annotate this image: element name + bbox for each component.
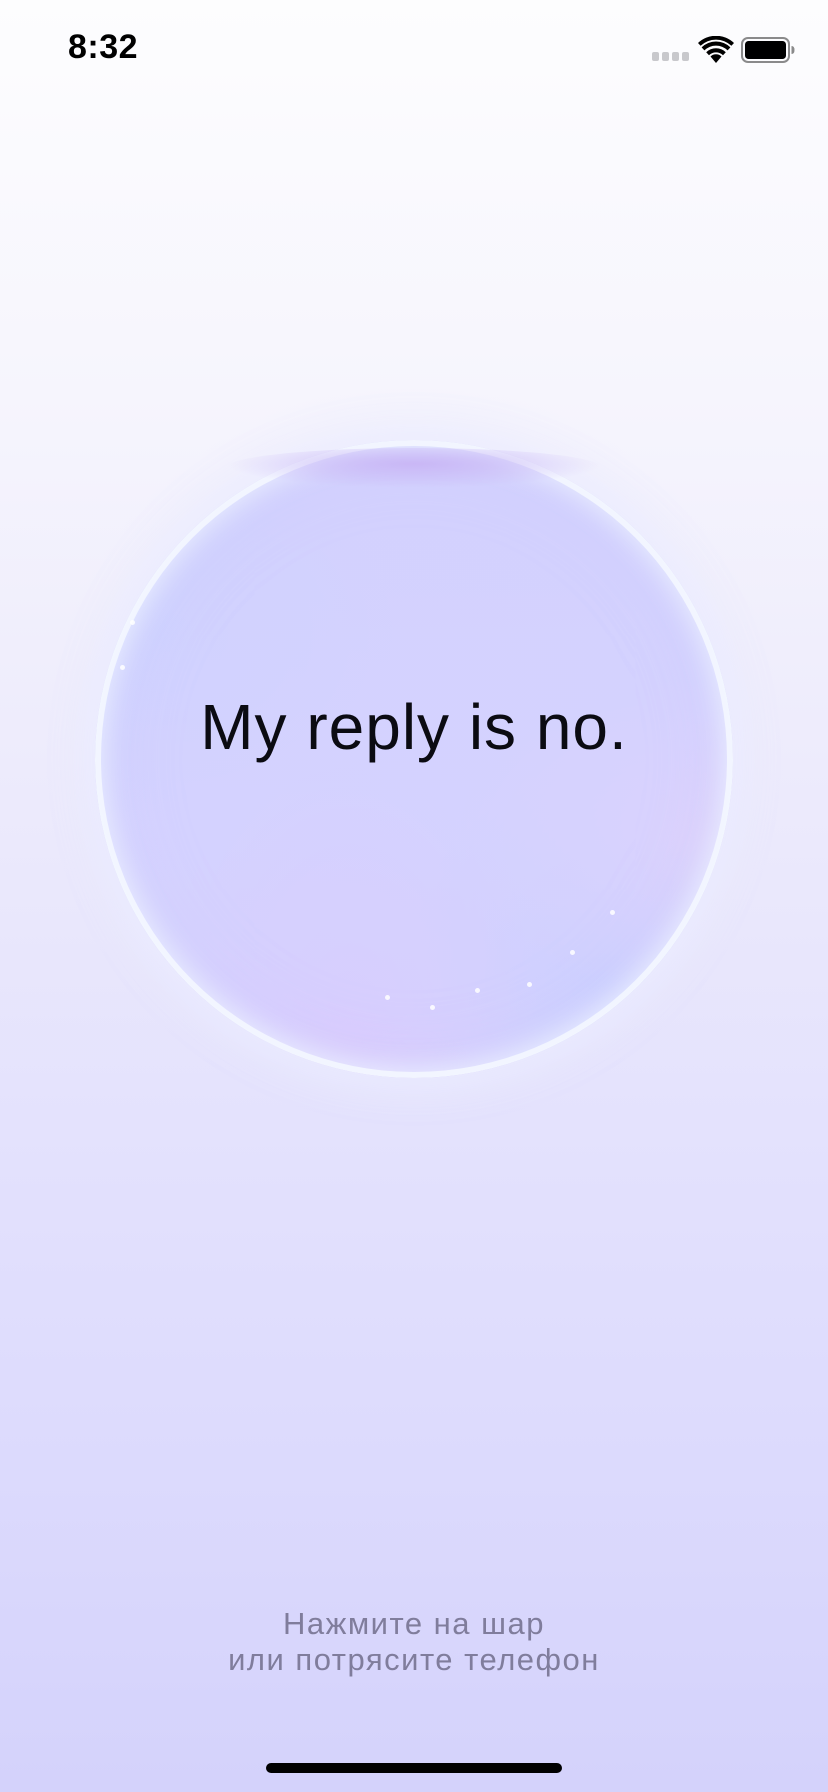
hint-text: Нажмите на шар или потрясите телефон bbox=[0, 1606, 828, 1678]
ball-sparkle bbox=[610, 910, 615, 915]
ball-sparkle bbox=[385, 995, 390, 1000]
ball-sparkle bbox=[120, 665, 125, 670]
wifi-icon bbox=[698, 36, 734, 63]
ball-sparkle bbox=[570, 950, 575, 955]
hint-line-1: Нажмите на шар bbox=[282, 1606, 546, 1641]
ball-sparkle bbox=[475, 988, 480, 993]
battery-icon bbox=[741, 37, 795, 63]
answer-text: My reply is no. bbox=[200, 691, 628, 763]
ball-sparkle bbox=[130, 620, 135, 625]
ball-sparkle bbox=[430, 1005, 435, 1010]
magic-ball[interactable]: My reply is no. bbox=[95, 440, 733, 1078]
hint-line-2: или потрясите телефон bbox=[228, 1642, 600, 1677]
home-indicator[interactable] bbox=[266, 1763, 562, 1773]
status-bar: 8:32 bbox=[0, 0, 828, 100]
ball-sparkle bbox=[527, 982, 532, 987]
signal-icon bbox=[652, 52, 690, 62]
status-time: 8:32 bbox=[68, 28, 139, 66]
